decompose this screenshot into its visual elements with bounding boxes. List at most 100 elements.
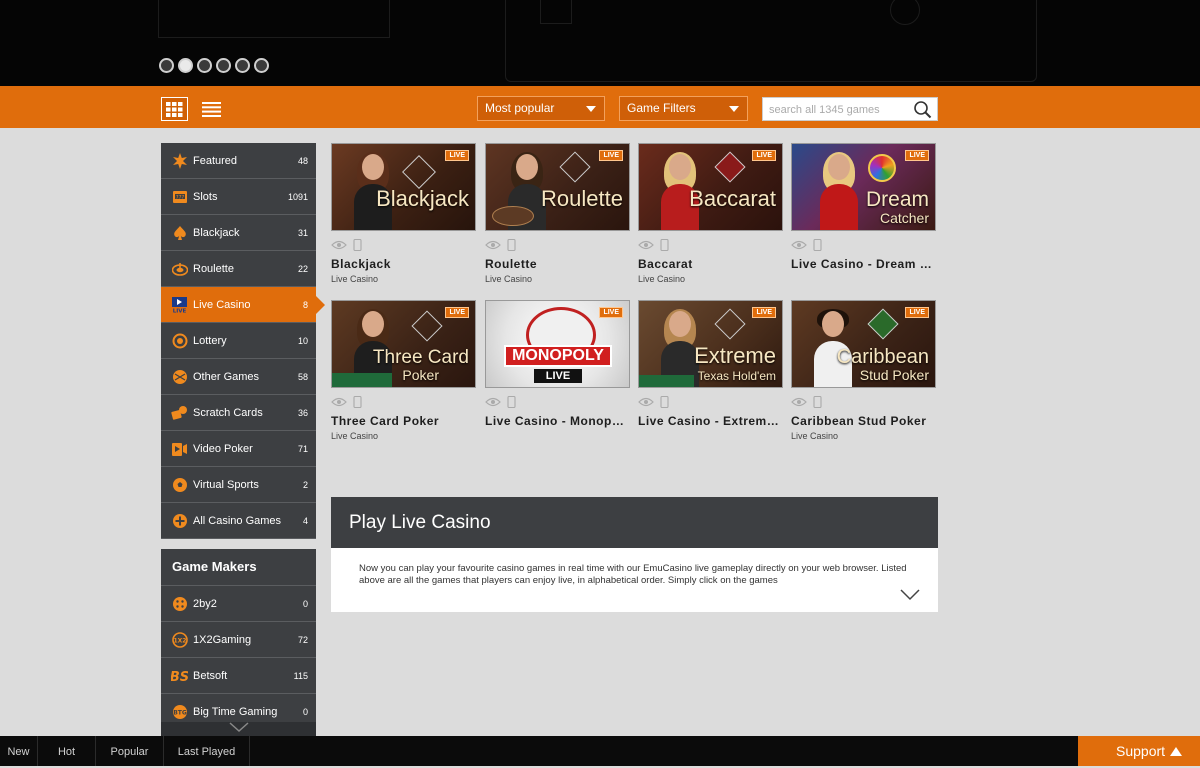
maker-item-2by2[interactable]: 2by2 0 (161, 586, 316, 622)
game-makers-panel: Game Makers 2by2 0 1X2 1X2Gaming 72 BS B… (161, 549, 316, 736)
btg-logo-icon: BTG (171, 703, 188, 720)
eye-icon[interactable] (791, 240, 807, 250)
tab-hot[interactable]: Hot (38, 736, 96, 766)
game-thumbnail[interactable]: LIVE Extreme Texas Hold'em (638, 300, 783, 388)
sidebar-item-scratch-cards[interactable]: Scratch Cards 36 (161, 395, 316, 431)
sidebar-item-blackjack[interactable]: Blackjack 31 (161, 215, 316, 251)
game-category: Live Casino (331, 274, 379, 284)
game-card[interactable]: LIVE Dream Catcher Live Casino - Dream C… (791, 143, 936, 274)
live-badge: LIVE (445, 150, 469, 161)
info-text: Now you can play your favourite casino g… (359, 563, 907, 586)
card-emblem (402, 155, 436, 189)
betsoft-logo-icon: BS (171, 667, 188, 684)
carousel-dot[interactable] (235, 58, 250, 73)
sidebar-item-live-casino[interactable]: LIVE Live Casino 8 (161, 287, 325, 323)
live-badge: LIVE (599, 150, 623, 161)
game-card[interactable]: MONOPOLY LIVE LIVE Live Casino - Monopol… (485, 300, 630, 431)
game-thumbnail[interactable]: LIVE Caribbean Stud Poker (791, 300, 936, 388)
makers-scroll-more[interactable] (161, 722, 316, 736)
search-input[interactable] (763, 98, 911, 122)
sidebar-item-video-poker[interactable]: Video Poker 71 (161, 431, 316, 467)
grid-view-button[interactable] (161, 97, 188, 121)
carousel-dot[interactable] (159, 58, 174, 73)
sidebar-item-count: 36 (297, 407, 308, 418)
carousel-dot[interactable] (216, 58, 231, 73)
chevron-down-icon (586, 106, 596, 112)
game-thumbnail[interactable]: LIVE Dream Catcher (791, 143, 936, 231)
game-thumbnail[interactable]: LIVE Three Card Poker (331, 300, 476, 388)
game-card[interactable]: LIVE Caribbean Stud Poker Caribbean Stud… (791, 300, 936, 441)
eye-icon[interactable] (331, 240, 347, 250)
live-badge: LIVE (752, 150, 776, 161)
sidebar-item-other-games[interactable]: Other Games 58 (161, 359, 316, 395)
sidebar-item-label: Lottery (193, 334, 227, 347)
game-thumbnail[interactable]: LIVE Roulette (485, 143, 630, 231)
game-art-subtitle: Catcher (879, 210, 929, 226)
eye-icon[interactable] (485, 240, 501, 250)
game-card[interactable]: LIVE Roulette Roulette Live Casino (485, 143, 630, 284)
game-name[interactable]: Live Casino - Extreme… (638, 414, 783, 428)
tab-new[interactable]: New (0, 736, 38, 766)
carousel-dot[interactable] (254, 58, 269, 73)
list-view-button[interactable] (198, 97, 225, 121)
game-thumbnail[interactable]: LIVE Baccarat (638, 143, 783, 231)
sidebar-item-all-casino-games[interactable]: All Casino Games 4 (161, 503, 316, 539)
chevron-down-icon (729, 106, 739, 112)
support-button[interactable]: Support (1078, 736, 1200, 766)
eye-icon[interactable] (791, 397, 807, 407)
carousel-dot[interactable] (197, 58, 212, 73)
game-filters-select[interactable]: Game Filters (619, 96, 748, 121)
tab-popular[interactable]: Popular (96, 736, 164, 766)
game-name[interactable]: Three Card Poker (331, 414, 476, 428)
chevron-down-icon (229, 722, 248, 733)
sidebar-item-count: 22 (297, 263, 308, 274)
eye-icon[interactable] (331, 397, 347, 407)
sidebar-item-virtual-sports[interactable]: Virtual Sports 2 (161, 467, 316, 503)
maker-label: Betsoft (193, 669, 228, 682)
chevron-up-icon (1170, 747, 1182, 756)
tab-last-played[interactable]: Last Played (164, 736, 250, 766)
live-badge: LIVE (905, 307, 929, 318)
game-card[interactable]: LIVE Baccarat Baccarat Live Casino (638, 143, 783, 284)
sidebar-item-slots[interactable]: 777 Slots 1091 (161, 179, 316, 215)
sidebar-item-roulette[interactable]: Roulette 22 (161, 251, 316, 287)
sidebar-item-count: 31 (297, 227, 308, 238)
maker-item-betsoft[interactable]: BS Betsoft 115 (161, 658, 316, 694)
support-label: Support (1116, 743, 1166, 759)
game-card[interactable]: LIVE Extreme Texas Hold'em Live Casino -… (638, 300, 783, 431)
game-thumbnail[interactable]: MONOPOLY LIVE LIVE (485, 300, 630, 388)
game-category: Live Casino (791, 431, 839, 441)
carousel-dot[interactable] (178, 58, 193, 73)
eye-icon[interactable] (485, 397, 501, 407)
mobile-icon (813, 239, 822, 251)
mobile-icon (507, 239, 516, 251)
game-thumbnail[interactable]: LIVE Blackjack (331, 143, 476, 231)
sidebar-item-label: Roulette (193, 262, 234, 275)
game-name[interactable]: Blackjack (331, 257, 476, 271)
game-name[interactable]: Roulette (485, 257, 630, 271)
game-name[interactable]: Live Casino - Monopoly (485, 414, 630, 428)
sidebar-item-lottery[interactable]: Lottery 10 (161, 323, 316, 359)
game-card[interactable]: LIVE Three Card Poker Three Card Poker L… (331, 300, 476, 441)
search-icon[interactable] (913, 100, 932, 124)
eye-icon[interactable] (638, 240, 654, 250)
eye-icon[interactable] (638, 397, 654, 407)
sidebar-item-featured[interactable]: Featured 48 (161, 143, 316, 179)
game-name[interactable]: Baccarat (638, 257, 783, 271)
game-name[interactable]: Live Casino - Dream C… (791, 257, 936, 271)
game-art-subtitle: Texas Hold'em (697, 369, 776, 383)
game-card[interactable]: LIVE Blackjack Blackjack Live Casino (331, 143, 476, 284)
maker-item-1x2gaming[interactable]: 1X2 1X2Gaming 72 (161, 622, 316, 658)
card-icons (485, 237, 630, 253)
maker-count: 0 (302, 598, 308, 609)
maker-count: 0 (302, 706, 308, 717)
chevron-down-icon[interactable] (900, 588, 920, 606)
maker-label: Big Time Gaming (193, 705, 278, 718)
monopoly-live-label: LIVE (534, 369, 582, 383)
sort-select[interactable]: Most popular (477, 96, 605, 121)
sidebar-item-count: 2 (302, 479, 308, 490)
game-art-title: Dream (865, 188, 929, 211)
game-name[interactable]: Caribbean Stud Poker (791, 414, 936, 428)
poker-table-image (639, 375, 694, 387)
hero-banner (0, 0, 1200, 86)
